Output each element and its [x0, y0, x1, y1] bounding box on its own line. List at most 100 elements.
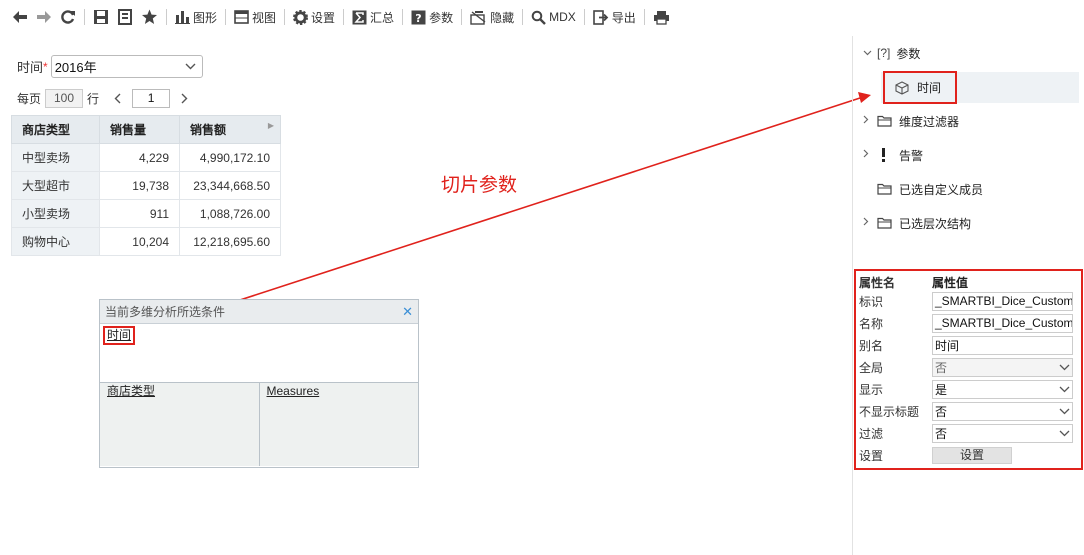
row-axis-field[interactable]: 商店类型 [107, 384, 155, 398]
table-header-row: 商店类型 销售量 销售额 ▶ [11, 115, 281, 144]
tree-item-params[interactable]: [?] 参数 [863, 43, 920, 63]
prop-name: 过滤 [859, 426, 884, 441]
pagination: 每页 100 行 1 [17, 89, 193, 108]
table-row: 大型超市 19,738 23,344,668.50 [11, 171, 281, 200]
favorite-star-icon[interactable] [137, 5, 162, 29]
chevron-down-icon [1059, 430, 1070, 436]
header-store-type[interactable]: 商店类型 [11, 115, 100, 144]
tree-item-time[interactable]: 时间 [883, 71, 957, 104]
prop-id-input[interactable]: _SMARTBI_Dice_Custom [932, 291, 1073, 311]
tree-item-custom-members[interactable]: 已选自定义成员 [863, 179, 983, 199]
params-button-label: 参数 [429, 10, 454, 25]
column-expand-icon[interactable]: ▶ [268, 121, 274, 130]
chevron-right-icon[interactable] [863, 217, 877, 229]
table-row: 中型卖场 4,229 4,990,172.10 [11, 143, 281, 172]
view-button-label: 视图 [252, 10, 277, 25]
prop-row-global: 全局 否 [859, 356, 1078, 378]
prop-hide-title-select[interactable]: 否 [932, 401, 1073, 421]
column-axis-field[interactable]: Measures [267, 384, 320, 398]
back-arrow-icon[interactable] [8, 5, 32, 29]
cell-sales-amount: 4,990,172.10 [179, 143, 281, 172]
prop-display-select[interactable]: 是 [932, 379, 1073, 399]
prop-row-name: 名称 _SMARTBI_Dice_Custom [859, 312, 1078, 334]
prop-settings-button[interactable]: 设置 [932, 446, 1012, 464]
table-row: 购物中心 10,204 12,218,695.60 [11, 227, 281, 256]
cell-sales-qty: 4,229 [99, 143, 180, 172]
params-button[interactable]: ? 参数 [407, 5, 457, 29]
time-filter-select[interactable]: 2016年 [50, 55, 203, 78]
header-sales-amount[interactable]: 销售额 ▶ [179, 115, 281, 144]
row-axis-area[interactable]: 商店类型 [100, 383, 260, 466]
toolbar-divider [166, 9, 167, 25]
chart-button[interactable]: 图形 [171, 5, 221, 29]
row-dim-cell[interactable]: 中型卖场 [11, 143, 100, 172]
slice-area[interactable]: 时间 [100, 324, 418, 382]
chevron-down-icon[interactable] [863, 47, 877, 59]
toolbar-divider [461, 9, 463, 25]
next-page-icon[interactable] [176, 91, 193, 107]
summary-button[interactable]: 汇总 [348, 5, 398, 29]
annotation-label: 切片参数 [441, 175, 518, 196]
dialog-header: 当前多维分析所选条件 ✕ [100, 300, 418, 324]
settings-button-label: 设置 [311, 10, 336, 25]
tree-item-alert[interactable]: 告警 [863, 145, 923, 165]
dialog-title: 当前多维分析所选条件 [105, 305, 226, 319]
row-dim-cell[interactable]: 小型卖场 [11, 199, 100, 228]
hide-icon [470, 10, 486, 25]
tree-item-hierarchy-label: 已选层次结构 [899, 216, 972, 231]
page-number-input[interactable]: 1 [132, 89, 171, 108]
table-view-icon [234, 10, 249, 24]
prop-filter-select[interactable]: 否 [932, 423, 1073, 443]
forward-arrow-icon[interactable] [32, 5, 56, 29]
conditions-dialog: 当前多维分析所选条件 ✕ 时间 商店类型 Measures [99, 299, 419, 468]
refresh-icon[interactable] [56, 5, 80, 29]
prop-name-input[interactable]: _SMARTBI_Dice_Custom [932, 313, 1073, 333]
toolbar-divider [643, 9, 645, 25]
toolbar: 图形 视图 设置 汇总 ? 参数 隐藏 MDX 导出 [0, 0, 1084, 34]
view-button[interactable]: 视图 [230, 5, 280, 29]
print-icon[interactable] [649, 5, 674, 29]
cell-sales-amount: 12,218,695.60 [179, 227, 281, 256]
cell-sales-amount: 1,088,726.00 [179, 199, 281, 228]
prev-page-icon[interactable] [109, 91, 126, 107]
export-icon [592, 9, 609, 25]
settings-button[interactable]: 设置 [289, 5, 339, 29]
prop-name: 全局 [859, 360, 884, 375]
time-filter: 时间 * 2016年 [17, 55, 203, 78]
params-prefix: [?] [877, 46, 891, 60]
prop-alias-input[interactable]: 时间 [932, 335, 1073, 355]
time-filter-value: 2016年 [54, 60, 97, 75]
row-dim-cell[interactable]: 购物中心 [11, 227, 100, 256]
per-page-input[interactable]: 100 [45, 89, 84, 108]
time-filter-label: 时间 [17, 60, 44, 75]
prop-global-select[interactable]: 否 [932, 357, 1073, 377]
close-icon[interactable]: ✕ [402, 304, 413, 320]
save-as-icon[interactable] [113, 5, 137, 29]
cell-sales-qty: 10,204 [99, 227, 180, 256]
chevron-right-icon[interactable] [863, 115, 877, 127]
data-table: 商店类型 销售量 销售额 ▶ 中型卖场 4,229 4,990,172.10 大型… [11, 115, 281, 256]
column-axis-area[interactable]: Measures [259, 383, 418, 466]
search-icon [531, 10, 546, 25]
bar-chart-icon [175, 11, 190, 24]
tree-item-hierarchy[interactable]: 已选层次结构 [863, 213, 971, 233]
header-sales-qty[interactable]: 销售量 [99, 115, 180, 144]
tree-item-dim-filter[interactable]: 维度过滤器 [863, 111, 959, 131]
save-icon[interactable] [89, 5, 113, 29]
tree-item-time-label: 时间 [917, 81, 942, 95]
mdx-button[interactable]: MDX [527, 5, 580, 29]
prop-row-alias: 别名 时间 [859, 334, 1078, 356]
slice-token-time[interactable]: 时间 [103, 326, 136, 345]
export-button[interactable]: 导出 [589, 5, 640, 29]
table-row: 小型卖场 911 1,088,726.00 [11, 199, 281, 228]
chevron-right-icon[interactable] [863, 149, 877, 161]
row-dim-cell[interactable]: 大型超市 [11, 171, 100, 200]
hide-button[interactable]: 隐藏 [466, 5, 518, 29]
prop-name: 名称 [859, 316, 884, 331]
tree-item-params-label: 参数 [896, 46, 921, 61]
chevron-down-icon [1059, 408, 1070, 414]
prop-name: 显示 [859, 382, 884, 397]
prop-row-hide-title: 不显示标题 否 [859, 400, 1078, 422]
mdx-button-label: MDX [549, 10, 576, 24]
cell-sales-qty: 911 [99, 199, 180, 228]
